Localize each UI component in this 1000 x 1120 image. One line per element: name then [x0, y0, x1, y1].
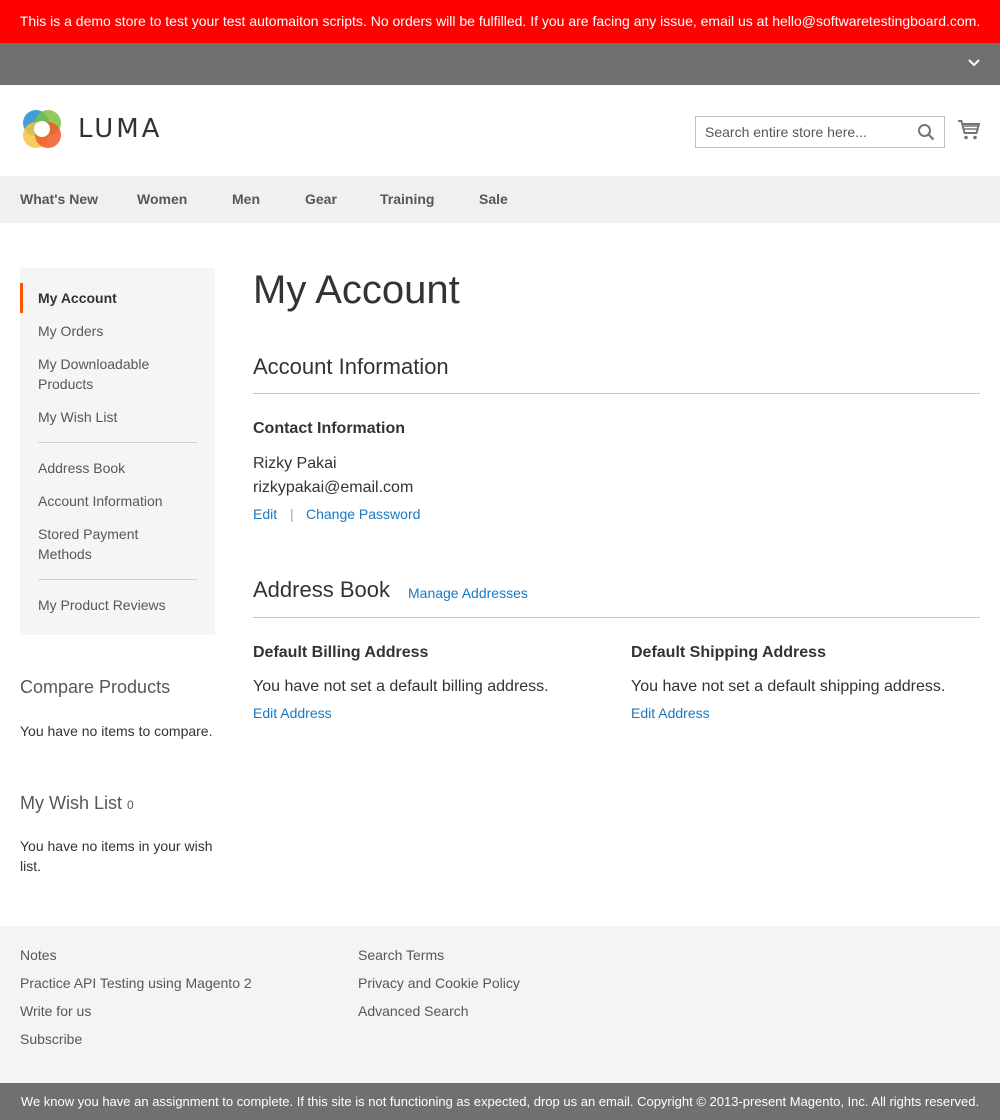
search-box: [695, 116, 945, 148]
account-sidebar: My Account My Orders My Downloadable Pro…: [20, 268, 215, 635]
account-information-title: Account Information: [253, 354, 449, 379]
nav-item-men[interactable]: Men: [232, 176, 260, 223]
compare-title: Compare Products: [20, 677, 171, 697]
cart-icon[interactable]: [957, 118, 981, 142]
sidebar-item-wish-list[interactable]: My Wish List: [38, 407, 198, 427]
footer-link-advanced-search[interactable]: Advanced Search: [358, 1003, 469, 1019]
address-book-title: Address Book: [253, 577, 390, 602]
sidebar-item-downloadable-products[interactable]: My Downloadable Products: [38, 354, 168, 394]
section-divider: [253, 617, 980, 618]
logo[interactable]: LUMA: [20, 107, 162, 151]
demo-notice: This is a demo store to test your test a…: [0, 0, 1000, 43]
wishlist-title: My Wish List 0: [20, 793, 134, 814]
change-password-link[interactable]: Change Password: [306, 506, 420, 522]
section-divider: [253, 393, 980, 394]
edit-billing-address-link[interactable]: Edit Address: [253, 705, 332, 721]
link-separator: |: [290, 506, 294, 522]
footer-link-subscribe[interactable]: Subscribe: [20, 1031, 82, 1047]
nav-item-gear[interactable]: Gear: [305, 176, 337, 223]
chevron-down-icon[interactable]: [968, 56, 980, 68]
page-footer: Notes Practice API Testing using Magento…: [0, 926, 1000, 1083]
wishlist-title-text: My Wish List: [20, 793, 123, 813]
nav-item-whats-new[interactable]: What's New: [20, 176, 98, 223]
header-panel: [0, 43, 1000, 85]
luma-logo-icon: [23, 110, 61, 148]
sidebar-divider: [38, 579, 197, 580]
page-title: My Account: [253, 268, 460, 312]
active-marker: [20, 283, 23, 313]
edit-shipping-address-link[interactable]: Edit Address: [631, 705, 710, 721]
manage-addresses-link[interactable]: Manage Addresses: [408, 585, 528, 601]
footer-link-write-for-us[interactable]: Write for us: [20, 1003, 91, 1019]
footer-link-privacy-policy[interactable]: Privacy and Cookie Policy: [358, 975, 520, 991]
search-icon[interactable]: [917, 123, 935, 141]
wishlist-empty-text: You have no items in your wish list.: [20, 838, 213, 874]
main-nav: What's New Women Men Gear Training Sale: [0, 176, 1000, 223]
customer-name: Rizky Pakai: [253, 455, 337, 472]
sidebar-item-account-information[interactable]: Account Information: [38, 491, 198, 511]
sidebar-item-my-account[interactable]: My Account: [38, 288, 198, 308]
sidebar-item-stored-payment-methods[interactable]: Stored Payment Methods: [38, 524, 158, 564]
contact-information-title: Contact Information: [253, 420, 405, 437]
default-billing-text: You have not set a default billing addre…: [253, 678, 549, 695]
footer-link-api-testing[interactable]: Practice API Testing using Magento 2: [20, 975, 252, 991]
wishlist-count: 0: [127, 798, 134, 812]
default-shipping-text: You have not set a default shipping addr…: [631, 678, 946, 695]
nav-item-women[interactable]: Women: [137, 176, 187, 223]
page-header: LUMA: [0, 85, 1000, 176]
sidebar-item-address-book[interactable]: Address Book: [38, 458, 198, 478]
copyright-bar: We know you have an assignment to comple…: [0, 1083, 1000, 1120]
default-billing-title: Default Billing Address: [253, 644, 429, 661]
footer-link-notes[interactable]: Notes: [20, 947, 57, 963]
sidebar-item-product-reviews[interactable]: My Product Reviews: [38, 595, 198, 615]
customer-email: rizkypakai@email.com: [253, 479, 414, 496]
footer-link-search-terms[interactable]: Search Terms: [358, 947, 444, 963]
logo-text: LUMA: [78, 114, 163, 144]
compare-empty-text: You have no items to compare.: [20, 723, 213, 739]
edit-contact-link[interactable]: Edit: [253, 506, 277, 522]
nav-item-sale[interactable]: Sale: [479, 176, 508, 223]
search-input[interactable]: [696, 117, 906, 147]
sidebar-item-my-orders[interactable]: My Orders: [38, 321, 198, 341]
nav-item-training[interactable]: Training: [380, 176, 434, 223]
default-shipping-title: Default Shipping Address: [631, 644, 826, 661]
sidebar-divider: [38, 442, 197, 443]
